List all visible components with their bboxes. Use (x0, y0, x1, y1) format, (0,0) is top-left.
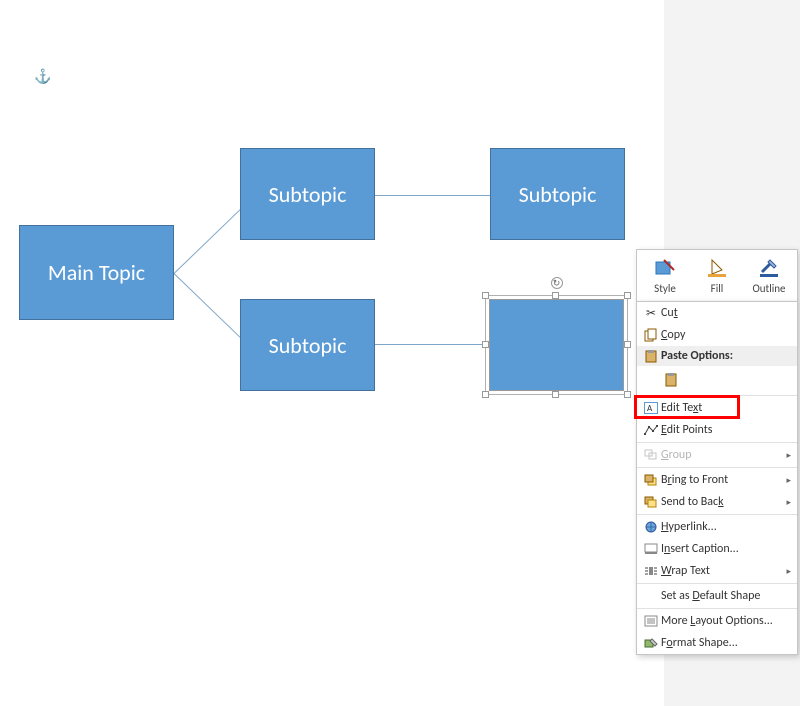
menu-item-group: Group ▸ (637, 444, 797, 466)
wrap-text-icon (641, 565, 661, 577)
menu-label: Bring to Front (661, 473, 786, 487)
shape-subtopic[interactable]: Subtopic (240, 299, 375, 391)
more-layout-icon (641, 615, 661, 627)
menu-paste-options-header: Paste Options: (637, 346, 797, 366)
submenu-arrow-icon: ▸ (786, 450, 791, 461)
menu-label: Wrap Text (661, 564, 786, 578)
shape-subtopic[interactable]: Subtopic (490, 148, 625, 240)
shape-label: Subtopic (519, 181, 597, 208)
menu-item-cut[interactable]: ✂ Cut (637, 302, 797, 324)
mini-btn-label: Style (654, 282, 676, 295)
resize-handle[interactable] (482, 391, 489, 398)
submenu-arrow-icon: ▸ (786, 566, 791, 577)
shape-main-topic[interactable]: Main Topic (19, 225, 174, 320)
anchor-icon: ⚓ (34, 68, 50, 84)
fill-icon (706, 256, 728, 280)
menu-item-wrap-text[interactable]: Wrap Text ▸ (637, 560, 797, 582)
rotate-handle[interactable]: ↻ (551, 277, 563, 289)
menu-label: More Layout Options... (661, 614, 791, 628)
menu-item-bring-to-front[interactable]: Bring to Front ▸ (637, 469, 797, 491)
menu-label: Insert Caption... (661, 542, 791, 556)
resize-handle[interactable] (624, 341, 631, 348)
svg-text:A: A (647, 403, 653, 414)
edit-text-icon: A (641, 402, 661, 414)
menu-label: Send to Back (661, 495, 786, 509)
menu-label: Edit Text (661, 401, 791, 415)
style-icon (654, 256, 676, 280)
connector (174, 273, 245, 342)
menu-label: Hyperlink... (661, 520, 791, 534)
context-menu: ✂ Cut Copy Paste Options: A Edit Text Ed… (636, 301, 798, 655)
style-button[interactable]: Style (639, 254, 691, 297)
menu-separator (637, 514, 797, 515)
cut-icon: ✂ (641, 306, 661, 321)
shape-label: Main Topic (48, 259, 145, 286)
outline-button[interactable]: Outline (743, 254, 795, 297)
paste-options (637, 366, 797, 394)
menu-item-insert-caption[interactable]: Insert Caption... (637, 538, 797, 560)
menu-label: Cut (661, 306, 791, 320)
resize-handle[interactable] (624, 292, 631, 299)
menu-label: Group (661, 448, 786, 462)
menu-label: Copy (661, 328, 791, 342)
menu-separator (637, 467, 797, 468)
menu-item-copy[interactable]: Copy (637, 324, 797, 346)
menu-item-more-layout-options[interactable]: More Layout Options... (637, 610, 797, 632)
shape-fill (489, 299, 624, 391)
resize-handle[interactable] (482, 341, 489, 348)
paste-icon (641, 349, 661, 363)
connector (374, 344, 490, 345)
menu-item-set-as-default-shape[interactable]: Set as Default Shape (637, 585, 797, 607)
menu-item-edit-points[interactable]: Edit Points (637, 419, 797, 441)
menu-separator (637, 583, 797, 584)
mini-btn-label: Outline (752, 282, 785, 295)
menu-item-edit-text[interactable]: A Edit Text (637, 397, 797, 419)
resize-handle[interactable] (552, 292, 559, 299)
resize-handle[interactable] (482, 292, 489, 299)
menu-separator (637, 442, 797, 443)
bring-to-front-icon (641, 474, 661, 486)
resize-handle[interactable] (552, 391, 559, 398)
group-icon (641, 449, 661, 461)
fill-button[interactable]: Fill (691, 254, 743, 297)
send-to-back-icon (641, 496, 661, 508)
shape-selected[interactable]: ↻ (489, 299, 624, 391)
menu-item-format-shape[interactable]: Format Shape... (637, 632, 797, 654)
connector (174, 205, 245, 274)
paste-option-button[interactable] (661, 369, 683, 391)
submenu-arrow-icon: ▸ (786, 475, 791, 486)
menu-label: Format Shape... (661, 636, 791, 650)
resize-handle[interactable] (624, 391, 631, 398)
submenu-arrow-icon: ▸ (786, 497, 791, 508)
document-canvas[interactable]: ⚓ Main Topic Subtopic Subtopic Subtopic … (0, 0, 664, 706)
shape-subtopic[interactable]: Subtopic (240, 148, 375, 240)
format-shape-icon (641, 637, 661, 649)
hyperlink-icon (641, 521, 661, 533)
mini-toolbar: Style Fill Outline (636, 249, 798, 302)
mini-btn-label: Fill (711, 282, 724, 295)
copy-icon (641, 328, 661, 342)
menu-item-hyperlink[interactable]: Hyperlink... (637, 516, 797, 538)
insert-caption-icon (641, 543, 661, 555)
menu-separator (637, 395, 797, 396)
outline-icon (758, 256, 780, 280)
menu-item-send-to-back[interactable]: Send to Back ▸ (637, 491, 797, 513)
menu-label: Paste Options: (661, 349, 733, 363)
shape-label: Subtopic (269, 332, 347, 359)
menu-label: Set as Default Shape (661, 589, 791, 603)
connector (374, 195, 490, 196)
menu-separator (637, 608, 797, 609)
edit-points-icon (641, 424, 661, 436)
shape-label: Subtopic (269, 181, 347, 208)
menu-label: Edit Points (661, 423, 791, 437)
